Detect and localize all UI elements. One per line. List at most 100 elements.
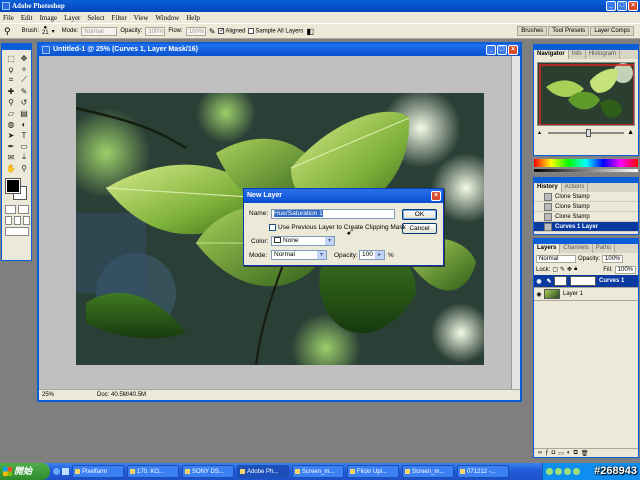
menu-select[interactable]: Select — [87, 14, 104, 22]
well-tab-layer-comps[interactable]: Layer Comps — [590, 26, 634, 36]
history-item-selected[interactable]: Curves 1 Layer — [534, 222, 638, 232]
menu-file[interactable]: File — [3, 14, 14, 22]
history-item[interactable]: Clone Stamp — [534, 212, 638, 222]
zoom-slider[interactable]: ▴ ▲ — [538, 129, 634, 137]
tray-icon[interactable] — [546, 468, 553, 475]
tray-icon[interactable] — [573, 468, 580, 475]
menu-image[interactable]: Image — [40, 14, 58, 22]
zoom-out-icon[interactable]: ▴ — [538, 129, 541, 136]
lock-position-icon[interactable]: ✥ — [567, 266, 572, 273]
notes-tool-icon[interactable]: ✉ — [5, 152, 17, 162]
flow-field[interactable]: 100% — [185, 26, 206, 36]
layer-row[interactable]: ◉ Layer 1 — [534, 288, 638, 301]
chevron-down-icon[interactable]: ▾ — [52, 28, 55, 35]
standard-mode-button[interactable] — [5, 205, 16, 214]
start-button[interactable]: 開始 — [0, 463, 50, 480]
clone-stamp-icon[interactable]: ⚲ — [4, 26, 11, 37]
taskbar-item[interactable]: 071212 -... — [457, 465, 509, 478]
brush-tool-icon[interactable]: ✎ — [18, 86, 30, 96]
browser-icon[interactable] — [53, 468, 60, 475]
dodge-tool-icon[interactable]: ◐ — [18, 119, 30, 129]
taskbar-item[interactable]: 170. KO... — [127, 465, 179, 478]
lock-transparency-icon[interactable]: ▢ — [552, 266, 558, 273]
add-mask-icon[interactable]: ◘ — [552, 450, 556, 456]
new-set-icon[interactable]: ▭ — [558, 450, 564, 457]
hand-tool-icon[interactable]: ✋ — [5, 163, 17, 173]
desktop-icon[interactable] — [62, 468, 69, 475]
doc-maximize-button[interactable]: □ — [497, 45, 507, 55]
add-style-icon[interactable]: ƒ — [545, 450, 548, 456]
ok-button[interactable]: OK — [402, 209, 437, 220]
mode-select[interactable]: Normal — [81, 26, 118, 36]
slice-tool-icon[interactable]: ⟋ — [18, 75, 30, 85]
taskbar-item[interactable]: Pixelfarm — [72, 465, 124, 478]
shape-tool-icon[interactable]: ▭ — [18, 141, 30, 151]
clipping-mask-checkbox[interactable] — [269, 224, 276, 231]
zoom-level[interactable]: 25% — [42, 390, 54, 400]
menu-layer[interactable]: Layer — [64, 14, 80, 22]
imageready-button[interactable] — [5, 227, 29, 236]
history-item[interactable]: Clone Stamp — [534, 192, 638, 202]
eyedropper-tool-icon[interactable]: ⤓ — [18, 152, 30, 162]
fill-field[interactable]: 100% — [614, 265, 636, 274]
history-brush-tool-icon[interactable]: ↺ — [18, 97, 30, 107]
lock-all-icon[interactable]: 🔒︎ — [574, 266, 577, 273]
opacity-field[interactable]: 100% — [145, 26, 166, 36]
taskbar-item[interactable]: Flickr Upl... — [347, 465, 399, 478]
mode-select[interactable]: Normal ▾ — [271, 250, 327, 260]
clone-stamp-tool-icon[interactable]: ⚲ — [5, 97, 17, 107]
move-tool-icon[interactable]: ✥ — [18, 53, 30, 63]
tab-layers[interactable]: Layers — [534, 244, 561, 253]
zoom-in-icon[interactable]: ▲ — [627, 129, 634, 136]
visibility-eye-icon[interactable]: ◉ — [534, 278, 544, 285]
history-item[interactable]: Clone Stamp — [534, 202, 638, 212]
grayscale-ramp[interactable] — [533, 168, 639, 173]
menu-view[interactable]: View — [134, 14, 149, 22]
full-screen-button[interactable] — [23, 216, 30, 225]
taskbar-item[interactable]: Screen_m... — [402, 465, 454, 478]
gradient-tool-icon[interactable]: ▤ — [18, 108, 30, 118]
layer-opacity-field[interactable]: 100% — [602, 254, 624, 263]
tab-channels[interactable]: Channels — [560, 244, 593, 253]
quick-mask-mode-button[interactable] — [18, 205, 29, 214]
healing-brush-tool-icon[interactable]: ✚ — [5, 86, 17, 96]
color-select[interactable]: None ▾ — [271, 236, 335, 246]
doc-minimize-button[interactable]: _ — [486, 45, 496, 55]
trash-icon[interactable]: 🗑︎ — [581, 450, 589, 457]
maximize-button[interactable]: □ — [617, 1, 627, 11]
tab-paths[interactable]: Paths — [593, 244, 616, 253]
menu-help[interactable]: Help — [186, 14, 200, 22]
opacity-field[interactable]: 100 ▸ — [359, 250, 385, 260]
menu-window[interactable]: Window — [155, 14, 179, 22]
tab-info[interactable]: Info — [569, 50, 586, 59]
layer-name-input[interactable]: Hue/Saturation 1 — [271, 209, 395, 219]
full-screen-menu-button[interactable] — [14, 216, 21, 225]
foreground-color-swatch[interactable] — [5, 178, 21, 194]
pen-tool-icon[interactable]: ✒ — [5, 141, 17, 151]
brush-preset-picker[interactable]: ● 21 — [42, 25, 49, 36]
tray-icon[interactable] — [555, 468, 562, 475]
well-tab-tool-presets[interactable]: Tool Presets — [548, 26, 590, 36]
new-adjustment-icon[interactable]: ◐ — [567, 450, 571, 456]
sample-all-checkbox[interactable]: Sample All Layers — [248, 27, 303, 34]
clipping-mask-label[interactable]: Use Previous Layer to Create Clipping Ma… — [278, 224, 406, 231]
aligned-checkbox[interactable]: Aligned — [218, 27, 245, 34]
eraser-tool-icon[interactable]: ▱ — [5, 108, 17, 118]
chevron-right-icon[interactable]: ▸ — [375, 251, 384, 259]
taskbar-item[interactable]: Screen_m... — [292, 465, 344, 478]
navigator-thumbnail[interactable] — [537, 62, 635, 126]
doc-size[interactable]: Doc: 40.5M/40.5M — [97, 390, 146, 400]
taskbar-item[interactable]: SONY DS... — [182, 465, 234, 478]
link-icon[interactable]: ∞ — [538, 450, 542, 456]
well-tab-brushes[interactable]: Brushes — [517, 26, 548, 36]
layer-toggle-icon[interactable]: ◧ — [306, 27, 314, 36]
blur-tool-icon[interactable]: ◍ — [5, 119, 17, 129]
crop-tool-icon[interactable]: ⌗ — [5, 75, 17, 85]
vertical-scrollbar[interactable] — [511, 56, 520, 389]
menu-edit[interactable]: Edit — [21, 14, 33, 22]
dialog-close-button[interactable]: × — [431, 191, 441, 201]
visibility-eye-icon[interactable]: ◉ — [534, 291, 544, 298]
dialog-title-bar[interactable]: New Layer × — [244, 189, 443, 203]
color-ramp[interactable] — [533, 158, 639, 168]
zoom-tool-icon[interactable]: ⚲ — [18, 163, 30, 173]
